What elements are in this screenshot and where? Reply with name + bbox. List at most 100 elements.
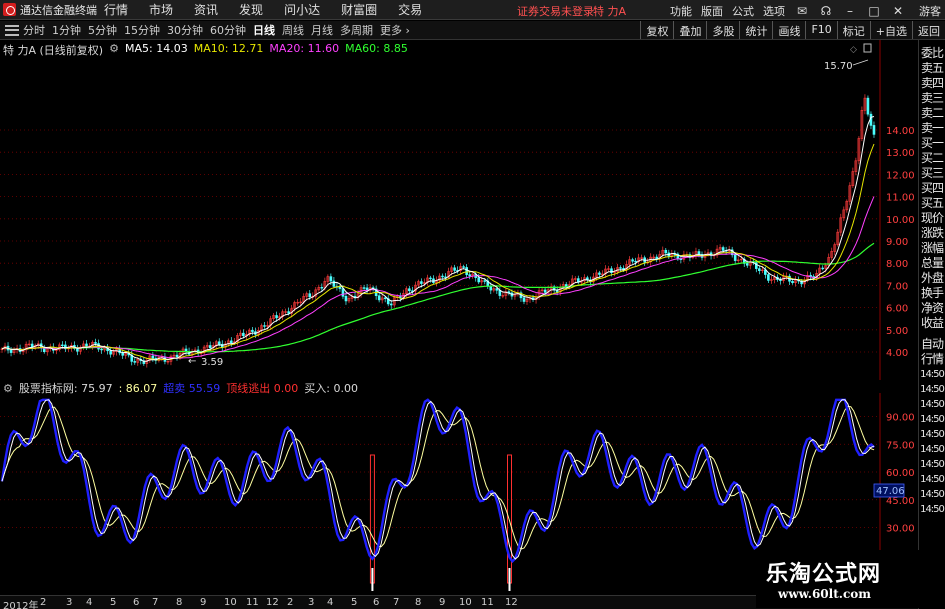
side-tab-11[interactable]: 现价 xyxy=(919,211,945,226)
headset-icon[interactable]: ☊ xyxy=(819,4,833,18)
signal-bar xyxy=(369,454,375,584)
menu-banmian[interactable]: 版面 xyxy=(701,3,723,19)
current-value-box: 47.06 xyxy=(873,483,905,498)
period-multi[interactable]: 多周期 xyxy=(340,22,373,38)
date-label: 10 xyxy=(224,597,237,608)
settings-icon[interactable]: ⚙ xyxy=(109,42,119,58)
side-tab-1[interactable]: 卖五 xyxy=(919,61,945,76)
period-more-label: 更多 xyxy=(380,24,402,37)
guest-label[interactable]: 游客 xyxy=(919,3,941,19)
date-label: 10 xyxy=(459,597,472,608)
indicator-current-value: 47.06 xyxy=(876,486,905,497)
period-weekly[interactable]: 周线 xyxy=(282,22,304,38)
current-stock-name: 特 力A xyxy=(593,5,627,18)
close-icon[interactable]: ✕ xyxy=(891,4,905,18)
price-axis: 14.00 13.00 12.00 11.00 10.00 9.00 8.00 7.00 6.0… xyxy=(879,40,915,380)
period-daily[interactable]: 日线 xyxy=(253,22,275,38)
menu-caifuquan[interactable]: 财富圈 xyxy=(341,1,377,18)
menu-xuanxiang[interactable]: 选项 xyxy=(763,3,785,19)
ma5-value: MA5: 14.03 xyxy=(124,42,188,55)
side-tab-15[interactable]: 外盘 xyxy=(919,271,945,286)
side-tab-14[interactable]: 总量 xyxy=(919,256,945,271)
low-arrow-icon: ← xyxy=(188,356,196,367)
period-5min[interactable]: 5分钟 xyxy=(88,22,117,38)
candle-body xyxy=(564,284,568,287)
app-logo-icon xyxy=(3,3,16,16)
menu-faxian[interactable]: 发现 xyxy=(239,1,263,18)
date-label: 4 xyxy=(327,597,334,608)
side-tab-5[interactable]: 卖一 xyxy=(919,121,945,136)
btn-back[interactable]: 返回 xyxy=(912,21,945,39)
btn-add-watchlist[interactable]: +自选 xyxy=(869,21,912,39)
period-fenshi[interactable]: 分时 xyxy=(23,22,45,38)
btn-f10[interactable]: F10 xyxy=(805,21,836,39)
btn-biaoji[interactable]: 标记 xyxy=(836,21,870,39)
price-tick: 10.00 xyxy=(886,215,915,226)
side-tab-10[interactable]: 买五 xyxy=(919,196,945,211)
period-monthly[interactable]: 月线 xyxy=(311,22,333,38)
candle-body xyxy=(664,249,668,254)
candle-body xyxy=(251,329,254,332)
menu-list-icon[interactable] xyxy=(5,24,19,36)
btn-fuquan[interactable]: 复权 xyxy=(640,21,673,39)
period-more[interactable]: 更多 › xyxy=(380,22,410,38)
signal-bars xyxy=(369,454,512,591)
panel-toggle-icon[interactable] xyxy=(863,43,872,53)
side-tab-4[interactable]: 卖二 xyxy=(919,106,945,121)
date-label: 6 xyxy=(373,597,380,608)
side-tab-9[interactable]: 买四 xyxy=(919,181,945,196)
side-tab-13[interactable]: 涨幅 xyxy=(919,241,945,256)
side-tab-8[interactable]: 买三 xyxy=(919,166,945,181)
menu-hangqing[interactable]: 行情 xyxy=(104,1,128,18)
side-tab-auto[interactable]: 自动 xyxy=(919,337,945,352)
candle-body xyxy=(100,348,103,351)
restore-icon[interactable]: □ xyxy=(867,4,881,18)
candle-body xyxy=(866,97,870,115)
candle-body xyxy=(85,343,88,347)
candle-body xyxy=(745,263,749,266)
candle-body xyxy=(121,352,124,356)
mail-icon[interactable]: ✉ xyxy=(795,4,809,18)
date-label: 12 xyxy=(505,597,518,608)
candle-body xyxy=(230,340,233,344)
btn-diejia[interactable]: 叠加 xyxy=(673,21,706,39)
side-tab-2[interactable]: 卖四 xyxy=(919,76,945,91)
period-1min[interactable]: 1分钟 xyxy=(52,22,81,38)
period-15min[interactable]: 15分钟 xyxy=(124,22,160,38)
fast-line xyxy=(0,398,875,564)
menu-bar: 通达信金融终端 行情 市场 资讯 发现 问小达 财富圈 交易 证券交易未登录 特… xyxy=(0,0,945,20)
login-status[interactable]: 证券交易未登录 xyxy=(517,3,594,19)
price-tick: 13.00 xyxy=(886,148,915,159)
side-tab-17[interactable]: 净资 xyxy=(919,301,945,316)
side-tab-6[interactable]: 买一 xyxy=(919,136,945,151)
btn-duogu[interactable]: 多股 xyxy=(706,21,739,39)
side-tab-3[interactable]: 卖三 xyxy=(919,91,945,106)
side-tab-7[interactable]: 买二 xyxy=(919,151,945,166)
watermark: 乐淘公式网 www.60lt.com xyxy=(756,550,936,608)
menu-zixun[interactable]: 资讯 xyxy=(194,1,218,18)
menu-wenxiaoda[interactable]: 问小达 xyxy=(284,1,320,18)
kline-chart[interactable]: 14.00 13.00 12.00 11.00 10.00 9.00 8.00 7.00 6.0… xyxy=(0,40,918,380)
menu-gongshi[interactable]: 公式 xyxy=(732,3,754,19)
period-30min[interactable]: 30分钟 xyxy=(167,22,203,38)
date-label: 3 xyxy=(308,597,315,608)
menu-shichang[interactable]: 市场 xyxy=(149,1,173,18)
candle-body xyxy=(791,280,794,284)
btn-tongji[interactable]: 统计 xyxy=(739,21,772,39)
side-tab-0[interactable]: 委比 xyxy=(919,46,945,61)
period-toolbar: 分时 1分钟 5分钟 15分钟 30分钟 60分钟 日线 周线 月线 多周期 更… xyxy=(0,21,945,40)
diamond-icon[interactable]: ◇ xyxy=(850,45,857,55)
period-60min[interactable]: 60分钟 xyxy=(210,22,246,38)
side-tab-hangqing[interactable]: 行情 xyxy=(919,352,945,367)
side-tab-18[interactable]: 收益 xyxy=(919,316,945,331)
menu-jiaoyi[interactable]: 交易 xyxy=(398,1,422,18)
btn-huaxian[interactable]: 画线 xyxy=(772,21,805,39)
candle-body xyxy=(495,288,499,291)
side-tab-12[interactable]: 涨跌 xyxy=(919,226,945,241)
price-tick: 9.00 xyxy=(886,237,908,248)
date-label: 6 xyxy=(133,597,140,608)
candle-body xyxy=(429,277,432,280)
side-tab-16[interactable]: 换手 xyxy=(919,286,945,301)
minimize-icon[interactable]: – xyxy=(843,4,857,18)
menu-gongneng[interactable]: 功能 xyxy=(670,3,692,19)
